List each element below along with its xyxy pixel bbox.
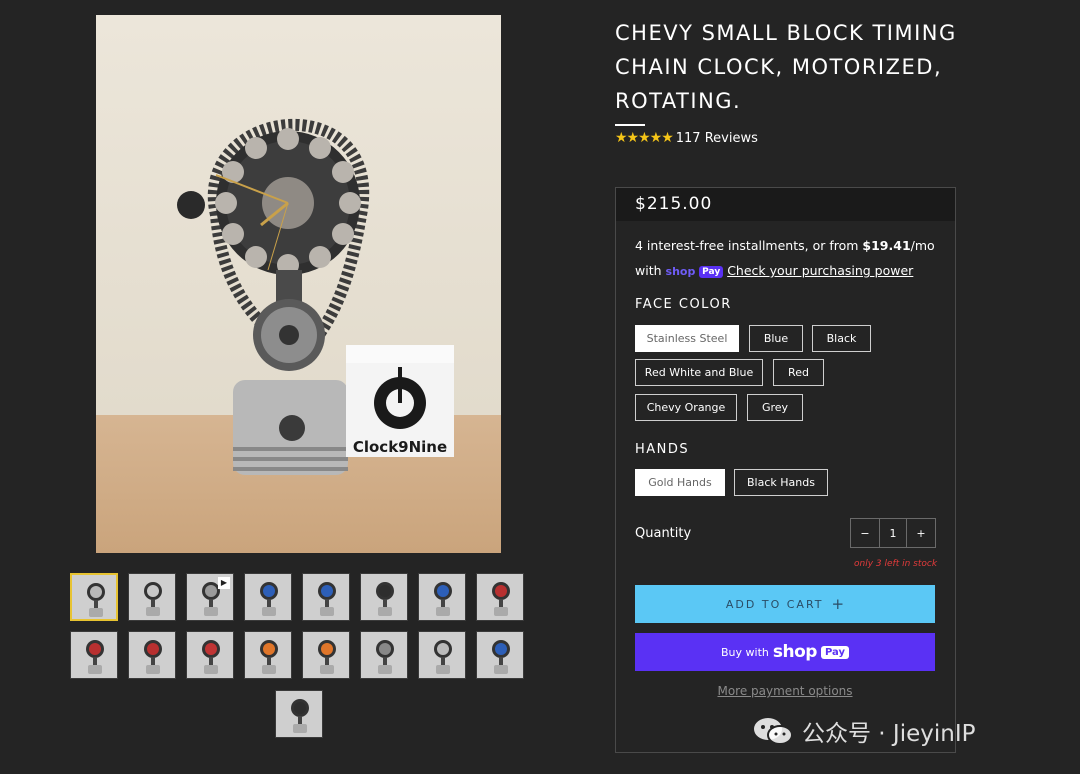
- thumbnail-3[interactable]: ▶: [186, 573, 234, 621]
- main-product-image[interactable]: Clock9Nine: [96, 15, 501, 553]
- add-to-cart-button[interactable]: ADD TO CART +: [635, 585, 935, 623]
- thumbnail-12[interactable]: [244, 631, 292, 679]
- option-chevy-orange[interactable]: Chevy Orange: [635, 394, 737, 421]
- watermark: 公众号 · JieyinIP: [752, 714, 976, 748]
- thumbnail-clock-figure: [492, 582, 510, 616]
- star-rating-icon: ★★★★★: [615, 130, 674, 146]
- rating[interactable]: ★★★★★ 117 Reviews: [615, 130, 758, 146]
- option-blue[interactable]: Blue: [749, 325, 803, 352]
- installments-text: 4 interest-free installments, or from: [635, 238, 863, 253]
- watermark-text: 公众号 · JieyinIP: [802, 721, 976, 747]
- review-count[interactable]: 117 Reviews: [676, 131, 758, 146]
- thumbnail-clock-figure: [376, 582, 394, 616]
- thumbnail-clock-figure: [318, 582, 336, 616]
- pay-badge: Pay: [820, 645, 849, 659]
- thumbnail-clock-figure: [260, 582, 278, 616]
- thumbnail-clock-figure: [376, 640, 394, 674]
- option-black[interactable]: Black: [812, 325, 871, 352]
- plus-icon: +: [831, 595, 845, 613]
- thumbnail-9[interactable]: [70, 631, 118, 679]
- thumbnail-11[interactable]: [186, 631, 234, 679]
- installments-info: 4 interest-free installments, or from $1…: [635, 233, 935, 284]
- option-gold-hands[interactable]: Gold Hands: [635, 469, 725, 496]
- shop-pay-logo-icon: shop Pay: [666, 265, 724, 278]
- thumbnail-clock-figure: [318, 640, 336, 674]
- thumbnail-clock-figure: [492, 640, 510, 674]
- thumbnail-clock-figure: [434, 582, 452, 616]
- product-title: CHEVY SMALL BLOCK TIMING CHAIN CLOCK, MO…: [615, 21, 957, 113]
- thumbnail-clock-figure: [434, 640, 452, 674]
- thumbnail-clock-figure: [260, 640, 278, 674]
- thumbnail-clock-figure: [202, 640, 220, 674]
- decrease-quantity-button[interactable]: −: [851, 519, 879, 547]
- installments-per-month: /mo: [910, 238, 935, 253]
- purchase-panel: $215.00 4 interest-free installments, or…: [615, 187, 956, 753]
- thumbnail-clock-figure: [291, 699, 309, 733]
- shop-logo-icon: shop: [772, 642, 818, 662]
- thumbnail-4[interactable]: [244, 573, 292, 621]
- option-red-white-blue[interactable]: Red White and Blue: [635, 359, 763, 386]
- thumbnail-8[interactable]: [476, 573, 524, 621]
- add-to-cart-label: ADD TO CART: [725, 597, 824, 611]
- thumbnail-clock-figure: [144, 640, 162, 674]
- quantity-label: Quantity: [635, 526, 692, 541]
- installment-amount: $19.41: [862, 238, 911, 253]
- option-red[interactable]: Red: [773, 359, 824, 386]
- thumbnail-clock-figure: [87, 583, 105, 617]
- video-play-icon: ▶: [218, 577, 230, 589]
- quantity-input[interactable]: 1: [879, 519, 907, 547]
- pay-chip: Pay: [699, 266, 724, 278]
- thumbnail-17[interactable]: [275, 690, 323, 738]
- thumbnail-16[interactable]: [476, 631, 524, 679]
- buy-with-shop-pay-button[interactable]: Buy with shop Pay: [635, 633, 935, 671]
- more-payment-options-link[interactable]: More payment options: [635, 684, 935, 698]
- thumbnail-15[interactable]: [418, 631, 466, 679]
- wechat-icon: [754, 718, 793, 745]
- option-black-hands[interactable]: Black Hands: [734, 469, 828, 496]
- thumbnail-clock-figure: [144, 582, 162, 616]
- hands-label: HANDS: [635, 442, 690, 457]
- thumbnail-1[interactable]: [70, 573, 118, 621]
- thumbnail-clock-figure: [86, 640, 104, 674]
- thumbnail-6[interactable]: [360, 573, 408, 621]
- stock-note: only 3 left in stock: [854, 559, 938, 569]
- face-color-label: FACE COLOR: [635, 297, 732, 312]
- option-grey[interactable]: Grey: [747, 394, 803, 421]
- thumbnail-14[interactable]: [360, 631, 408, 679]
- shop-word: shop: [665, 265, 696, 278]
- thumbnail-13[interactable]: [302, 631, 350, 679]
- buy-with-label: Buy with: [721, 645, 769, 659]
- box-brand-label: Clock9Nine: [353, 438, 447, 456]
- option-stainless-steel[interactable]: Stainless Steel: [635, 325, 739, 352]
- purchasing-power-link[interactable]: Check your purchasing power: [727, 263, 913, 278]
- increase-quantity-button[interactable]: +: [907, 519, 935, 547]
- price-bar: $215.00: [616, 188, 955, 221]
- thumbnail-5[interactable]: [302, 573, 350, 621]
- quantity-stepper: − 1 +: [850, 518, 936, 548]
- thumbnail-7[interactable]: [418, 573, 466, 621]
- thumbnail-10[interactable]: [128, 631, 176, 679]
- installments-with: with: [635, 263, 662, 278]
- price: $215.00: [635, 194, 713, 214]
- thumbnail-2[interactable]: [128, 573, 176, 621]
- title-divider: [615, 124, 645, 126]
